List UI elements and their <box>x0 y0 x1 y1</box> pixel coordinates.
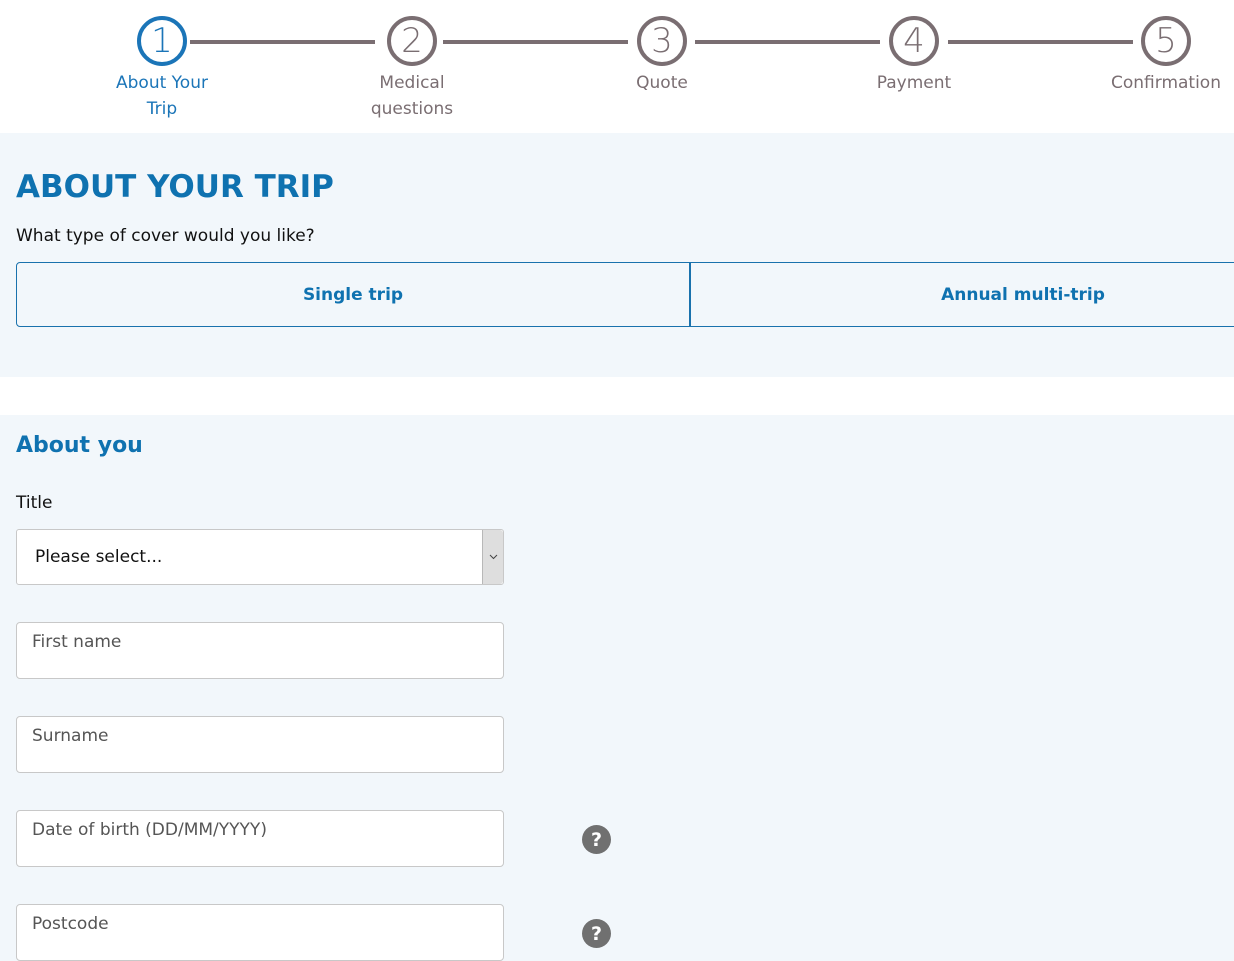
step-confirmation[interactable]: 5 Confirmation <box>1086 16 1234 96</box>
step-about-your-trip[interactable]: 1 About Your Trip <box>82 16 242 122</box>
step-number-circle: 1 <box>137 16 187 66</box>
date-of-birth-input[interactable]: Date of birth (DD/MM/YYYY) <box>16 810 504 867</box>
about-you-section: About you Title Please select... First n… <box>0 415 1234 961</box>
step-label: About Your Trip <box>116 73 208 119</box>
progress-stepper: 1 About Your Trip 2 Medical questions 3 … <box>0 0 1234 133</box>
surname-placeholder: Surname <box>32 726 109 746</box>
title-label: Title <box>16 493 53 513</box>
first-name-placeholder: First name <box>32 632 122 652</box>
section-heading: About you <box>16 433 143 458</box>
step-label: Payment <box>876 73 952 93</box>
step-quote[interactable]: 3 Quote <box>582 16 742 96</box>
postcode-placeholder: Postcode <box>32 914 109 934</box>
step-medical-questions[interactable]: 2 Medical questions <box>332 16 492 122</box>
help-icon[interactable]: ? <box>582 919 611 948</box>
step-number-circle: 2 <box>387 16 437 66</box>
step-number-circle: 4 <box>889 16 939 66</box>
title-select[interactable]: Please select... <box>16 529 504 585</box>
chevron-down-icon[interactable] <box>482 530 503 584</box>
postcode-input[interactable]: Postcode <box>16 904 504 961</box>
step-label: Quote <box>636 73 688 93</box>
step-label: Medical questions <box>370 73 454 119</box>
cover-type-question: What type of cover would you like? <box>16 226 315 246</box>
step-payment[interactable]: 4 Payment <box>834 16 994 96</box>
step-number-circle: 3 <box>637 16 687 66</box>
step-number-circle: 5 <box>1141 16 1191 66</box>
page-title: ABOUT YOUR TRIP <box>16 169 334 205</box>
first-name-input[interactable]: First name <box>16 622 504 679</box>
about-your-trip-section: ABOUT YOUR TRIP What type of cover would… <box>0 133 1234 377</box>
surname-input[interactable]: Surname <box>16 716 504 773</box>
step-label: Confirmation <box>1111 73 1221 93</box>
help-icon[interactable]: ? <box>582 825 611 854</box>
date-of-birth-placeholder: Date of birth (DD/MM/YYYY) <box>32 820 267 840</box>
single-trip-button[interactable]: Single trip <box>16 262 691 327</box>
cover-type-toggle: Single trip Annual multi-trip <box>16 262 1234 327</box>
annual-multi-trip-button[interactable]: Annual multi-trip <box>691 262 1234 327</box>
title-select-value: Please select... <box>35 547 163 567</box>
